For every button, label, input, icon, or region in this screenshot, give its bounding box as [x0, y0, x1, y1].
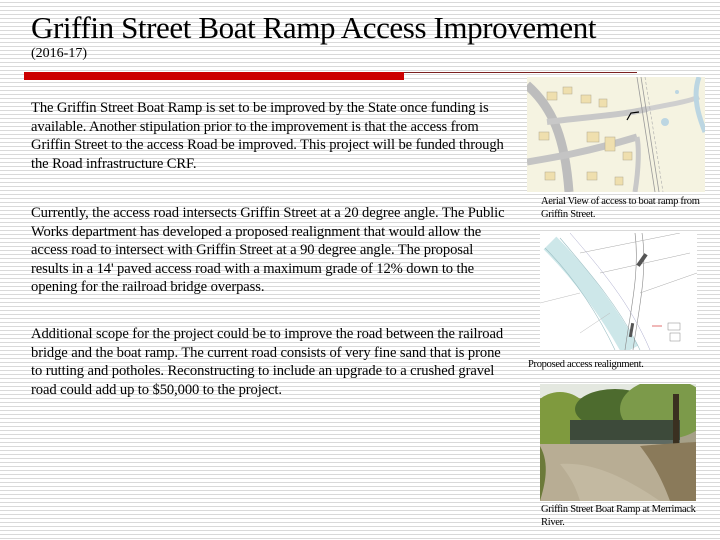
realignment-drawing-caption: Proposed access realignment. — [528, 359, 644, 370]
realignment-drawing-image — [540, 233, 697, 350]
paragraph-realignment: Currently, the access road intersects Gr… — [31, 205, 505, 296]
boat-ramp-photo — [540, 384, 696, 501]
slide-subtitle: (2016-17) — [31, 46, 87, 61]
paragraph-additional-scope: Additional scope for the project could b… — [31, 326, 504, 398]
divider-line — [404, 72, 637, 73]
aerial-map-image — [527, 77, 705, 192]
aerial-map-caption: Aerial View of access to boat ramp from … — [541, 196, 700, 220]
accent-bar — [24, 72, 404, 80]
slide-title: Griffin Street Boat Ramp Access Improvem… — [31, 10, 597, 45]
boat-ramp-photo-caption: Griffin Street Boat Ramp at Merrimack Ri… — [541, 504, 696, 528]
paragraph-funding: The Griffin Street Boat Ramp is set to b… — [31, 100, 504, 172]
